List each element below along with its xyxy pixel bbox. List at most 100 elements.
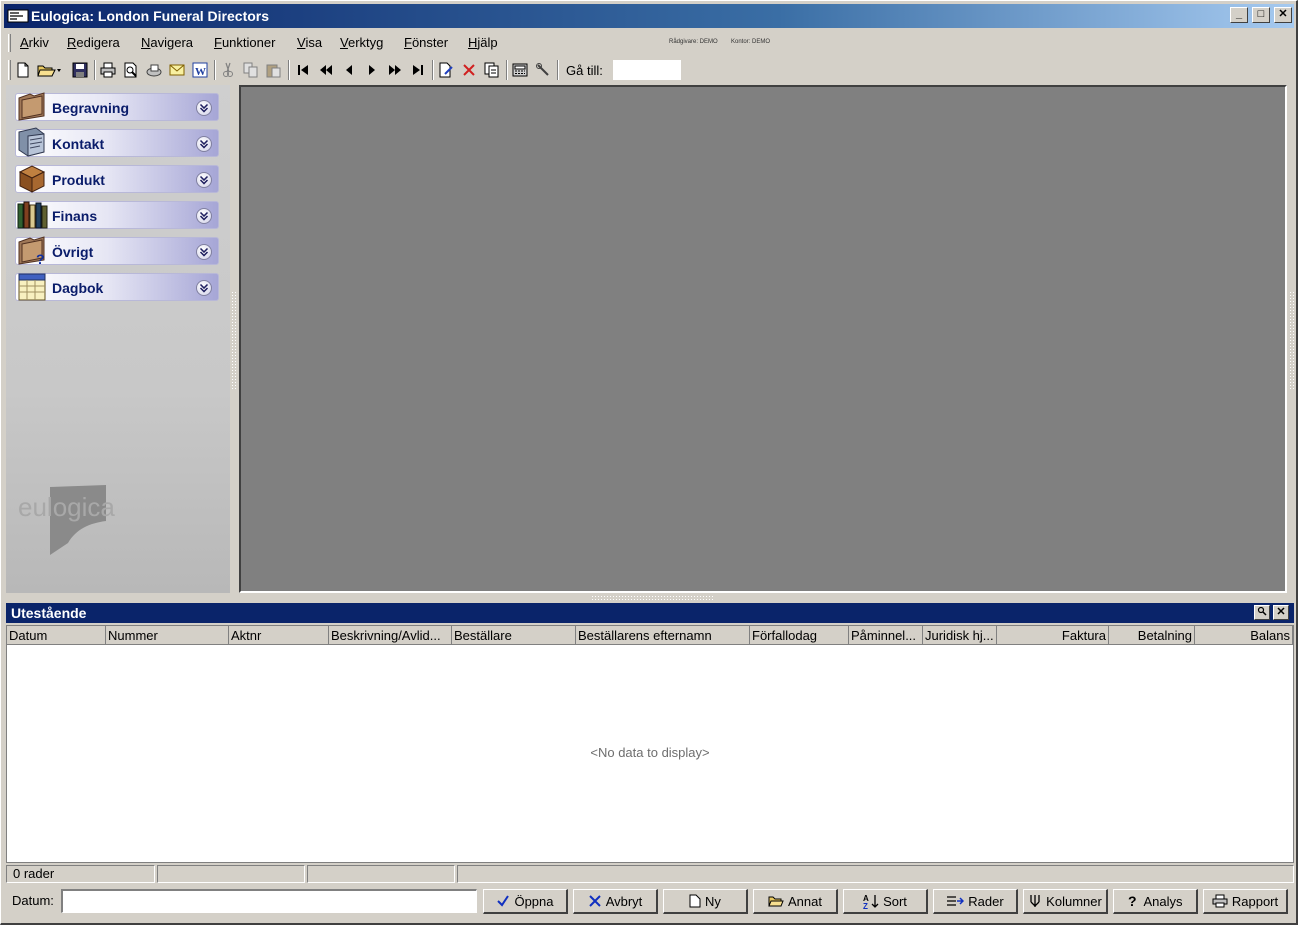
maximize-button[interactable]: □ — [1252, 7, 1270, 23]
question-icon: ? — [1128, 894, 1137, 908]
other-button[interactable]: Annat — [753, 889, 838, 914]
eulogica-logo: eulogica — [18, 485, 115, 555]
nav-begravning[interactable]: Begravning — [15, 92, 219, 121]
sort-az-icon: AZ — [863, 894, 879, 909]
nav-dagbok[interactable]: Dagbok — [15, 273, 219, 301]
paste-icon[interactable] — [265, 61, 283, 79]
svg-text:W: W — [195, 66, 206, 78]
search-icon[interactable] — [1254, 605, 1270, 620]
nav-ovrigt[interactable]: ? Övrigt — [15, 236, 219, 266]
eulogica-app-icon[interactable] — [7, 8, 29, 24]
open-folder-icon — [768, 896, 784, 907]
new-document-icon[interactable] — [14, 61, 32, 79]
print-preview-icon[interactable] — [122, 61, 140, 79]
goto-input[interactable] — [612, 59, 682, 81]
open-button[interactable]: Öppna — [483, 889, 568, 914]
minimize-button[interactable]: _ — [1230, 7, 1248, 23]
menu-hjalp[interactable]: Hjälp — [468, 35, 498, 50]
chevron-down-icon[interactable] — [196, 208, 212, 224]
advisor-info: Rådgivare: DEMO — [669, 39, 718, 45]
menu-navigera[interactable]: Navigera — [141, 35, 193, 50]
next-record-icon[interactable] — [363, 61, 381, 79]
word-export-icon[interactable]: W — [191, 61, 209, 79]
fax-icon[interactable] — [145, 61, 163, 79]
previous-page-icon[interactable] — [317, 61, 335, 79]
column-header-datum[interactable]: Datum — [7, 626, 106, 645]
navigation-sidebar: Begravning Kontakt Produkt Finans ? Övri… — [6, 85, 230, 593]
close-panel-icon[interactable] — [1273, 605, 1289, 620]
column-header-paminnelse[interactable]: Påminnel... — [849, 626, 923, 645]
column-header-balans[interactable]: Balans — [1195, 626, 1293, 645]
duplicate-record-icon[interactable] — [483, 61, 501, 79]
save-icon[interactable] — [71, 61, 89, 79]
mdi-workspace — [239, 85, 1287, 593]
column-header-faktura[interactable]: Faktura — [997, 626, 1109, 645]
nav-label-ovrigt: Övrigt — [52, 244, 94, 260]
edit-record-icon[interactable] — [437, 61, 455, 79]
report-button-label: Rapport — [1231, 893, 1279, 909]
column-header-nummer[interactable]: Nummer — [106, 626, 229, 645]
copy-icon[interactable] — [242, 61, 260, 79]
rows-button[interactable]: Rader — [933, 889, 1018, 914]
folder-icon — [18, 92, 45, 121]
chevron-down-icon[interactable] — [196, 136, 212, 152]
chevron-down-icon[interactable] — [196, 244, 212, 260]
chevron-down-icon[interactable] — [196, 172, 212, 188]
menu-visa[interactable]: Visa — [297, 35, 322, 50]
nav-produkt[interactable]: Produkt — [15, 165, 219, 193]
chevron-down-icon[interactable] — [196, 280, 212, 296]
menu-redigera[interactable]: Redigera — [67, 35, 120, 50]
cut-icon[interactable] — [219, 61, 237, 79]
first-record-icon[interactable] — [294, 61, 312, 79]
close-button[interactable]: ✕ — [1274, 7, 1292, 23]
toolbar-separator — [94, 60, 96, 80]
tools-icon[interactable] — [534, 61, 552, 79]
column-header-beskrivning[interactable]: Beskrivning/Avlid... — [329, 626, 452, 645]
new-button[interactable]: Ny — [663, 889, 748, 914]
title-bar[interactable]: Eulogica: London Funeral Directors _ □ ✕ — [4, 4, 1294, 28]
report-button[interactable]: Rapport — [1203, 889, 1288, 914]
sort-button[interactable]: AZ Sort — [843, 889, 928, 914]
nav-kontakt[interactable]: Kontakt — [15, 127, 219, 157]
columns-button[interactable]: Kolumner — [1023, 889, 1108, 914]
nav-finans[interactable]: Finans — [15, 201, 219, 229]
column-header-juridisk[interactable]: Juridisk hj... — [923, 626, 997, 645]
previous-record-icon[interactable] — [340, 61, 358, 79]
analysis-button-label: Analys — [1143, 893, 1183, 909]
delete-record-icon[interactable] — [460, 61, 478, 79]
analysis-button[interactable]: ? Analys — [1113, 889, 1198, 914]
menu-funktioner[interactable]: Funktioner — [214, 35, 275, 50]
chevron-down-icon[interactable] — [196, 100, 212, 116]
column-header-bestallare[interactable]: Beställare — [452, 626, 576, 645]
calculator-icon[interactable] — [511, 61, 529, 79]
panel-title: Utestående — [11, 605, 87, 621]
folder-question-icon: ? — [18, 236, 45, 266]
menu-verktyg[interactable]: Verktyg — [340, 35, 383, 50]
date-input[interactable] — [61, 889, 477, 913]
outstanding-grid[interactable]: Datum Nummer Aktnr Beskrivning/Avlid... … — [6, 625, 1294, 863]
print-icon[interactable] — [99, 61, 117, 79]
menu-arkiv[interactable]: Arkiv — [20, 35, 49, 50]
cancel-button[interactable]: Avbryt — [573, 889, 658, 914]
email-icon[interactable] — [168, 61, 186, 79]
box-icon — [18, 165, 46, 193]
menu-grip[interactable] — [8, 34, 11, 52]
open-folder-icon[interactable] — [36, 61, 64, 79]
column-header-forfallodag[interactable]: Förfallodag — [750, 626, 849, 645]
right-splitter[interactable] — [1289, 291, 1295, 391]
column-header-aktnr[interactable]: Aktnr — [229, 626, 329, 645]
next-page-icon[interactable] — [386, 61, 404, 79]
panel-splitter[interactable] — [591, 595, 713, 600]
sidebar-splitter[interactable] — [231, 291, 237, 391]
status-bar: 0 rader — [6, 865, 1294, 883]
toolbar-grip[interactable] — [8, 60, 11, 80]
office-info: Kontor: DEMO — [731, 39, 771, 45]
goto-label: Gå till: — [566, 63, 603, 78]
menu-fonster[interactable]: Fönster — [404, 35, 448, 50]
nav-label-dagbok: Dagbok — [52, 280, 104, 296]
last-record-icon[interactable] — [409, 61, 427, 79]
window-title: Eulogica: London Funeral Directors — [31, 8, 270, 24]
new-document-icon — [689, 894, 701, 908]
column-header-betalning[interactable]: Betalning — [1109, 626, 1195, 645]
column-header-bestallarens-efternamn[interactable]: Beställarens efternamn — [576, 626, 750, 645]
